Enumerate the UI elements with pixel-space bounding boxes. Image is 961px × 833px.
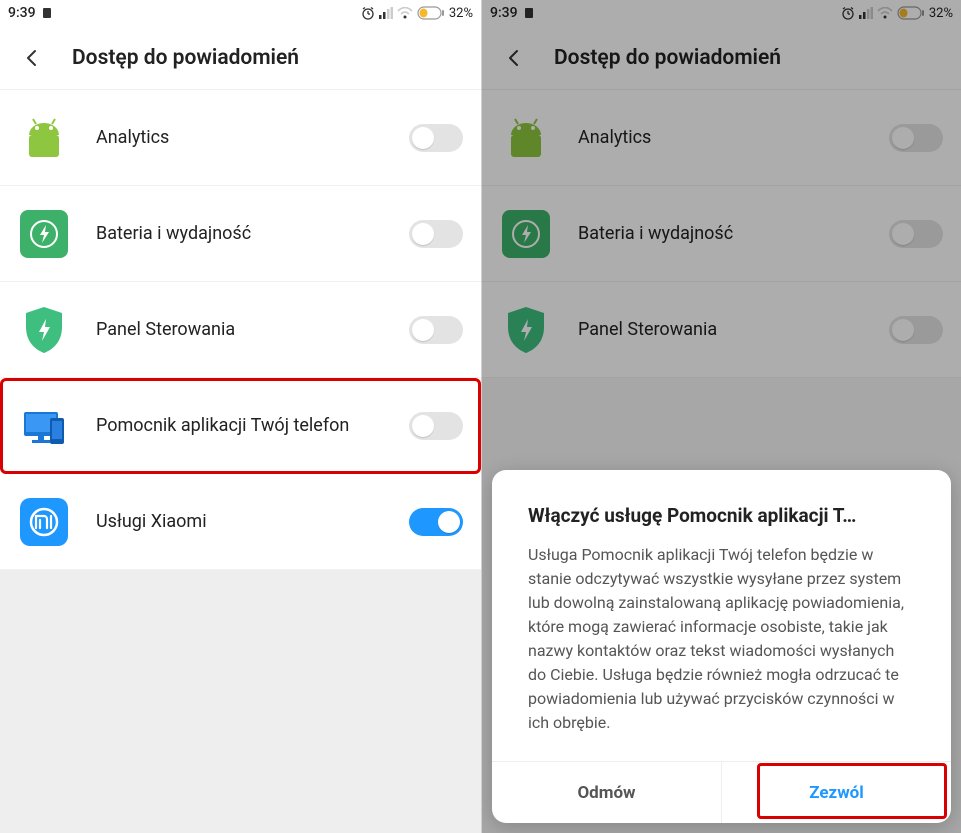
notification-access-list: Analytics Bateria i wydajność Panel Ster…	[482, 90, 961, 378]
statusbar-time: 9:39	[490, 5, 518, 21]
dialog-body: Usługa Pomocnik aplikacji Twój telefon b…	[492, 543, 951, 761]
toggle-control-panel[interactable]	[409, 316, 463, 344]
back-button[interactable]	[16, 42, 48, 74]
statusbar-time: 9:39	[8, 5, 36, 21]
battery-percentage: 32%	[929, 6, 953, 21]
signal-icon	[859, 7, 873, 19]
list-item-label: Bateria i wydajność	[96, 222, 409, 245]
allow-button[interactable]: Zezwól	[721, 762, 951, 823]
permission-dialog: Włączyć usługę Pomocnik aplikacji T… Usł…	[492, 470, 951, 823]
list-item-label: Usługi Xiaomi	[96, 510, 409, 533]
toggle-xiaomi[interactable]	[409, 508, 463, 536]
sim-icon	[42, 7, 52, 19]
dialog-actions: Odmów Zezwól	[492, 761, 951, 823]
signal-icon	[379, 7, 393, 19]
wifi-icon	[397, 7, 413, 19]
list-item-label: Analytics	[96, 126, 409, 149]
battery-percentage: 32%	[449, 6, 473, 21]
chevron-left-icon	[505, 49, 523, 67]
toggle-control-panel[interactable]	[889, 316, 943, 344]
header: Dostęp do powiadomień	[482, 26, 961, 90]
list-item-label: Panel Sterowania	[578, 318, 889, 341]
back-button[interactable]	[498, 42, 530, 74]
shield-icon	[500, 304, 552, 356]
deny-button[interactable]: Odmów	[492, 762, 721, 823]
your-phone-icon	[18, 400, 70, 452]
list-item-battery[interactable]: Bateria i wydajność	[482, 186, 961, 282]
alarm-icon	[841, 6, 855, 20]
page-title: Dostęp do powiadomień	[554, 46, 781, 70]
battery-icon	[897, 6, 925, 20]
notification-access-list: Analytics Bateria i wydajność Panel Ster…	[0, 90, 481, 570]
empty-area	[0, 570, 481, 833]
wifi-icon	[877, 7, 893, 19]
list-item-label: Bateria i wydajność	[578, 222, 889, 245]
list-item-label: Panel Sterowania	[96, 318, 409, 341]
sim-icon	[524, 7, 534, 19]
list-item-label: Pomocnik aplikacji Twój telefon	[96, 414, 409, 437]
list-item-battery[interactable]: Bateria i wydajność	[0, 186, 481, 282]
toggle-analytics[interactable]	[409, 124, 463, 152]
phone-screen-right: 9:39 32% Dostęp do powiadomień	[481, 0, 961, 833]
battery-app-icon	[500, 208, 552, 260]
dialog-title: Włączyć usługę Pomocnik aplikacji T…	[492, 470, 951, 543]
shield-icon	[18, 304, 70, 356]
list-item-label: Analytics	[578, 126, 889, 149]
list-item-analytics[interactable]: Analytics	[482, 90, 961, 186]
list-item-control-panel[interactable]: Panel Sterowania	[482, 282, 961, 378]
toggle-battery[interactable]	[409, 220, 463, 248]
phone-screen-left: 9:39 32% Dostęp do powiadomień	[0, 0, 481, 833]
list-item-control-panel[interactable]: Panel Sterowania	[0, 282, 481, 378]
page-title: Dostęp do powiadomień	[72, 46, 299, 70]
xiaomi-icon	[18, 496, 70, 548]
toggle-battery[interactable]	[889, 220, 943, 248]
list-item-analytics[interactable]: Analytics	[0, 90, 481, 186]
alarm-icon	[361, 6, 375, 20]
list-item-xiaomi[interactable]: Usługi Xiaomi	[0, 474, 481, 570]
toggle-analytics[interactable]	[889, 124, 943, 152]
statusbar: 9:39 32%	[0, 0, 481, 26]
chevron-left-icon	[23, 49, 41, 67]
battery-icon	[417, 6, 445, 20]
android-robot-icon	[500, 112, 552, 164]
header: Dostęp do powiadomień	[0, 26, 481, 90]
toggle-your-phone[interactable]	[409, 412, 463, 440]
list-item-your-phone[interactable]: Pomocnik aplikacji Twój telefon	[0, 378, 481, 474]
statusbar: 9:39 32%	[482, 0, 961, 26]
battery-app-icon	[18, 208, 70, 260]
android-robot-icon	[18, 112, 70, 164]
